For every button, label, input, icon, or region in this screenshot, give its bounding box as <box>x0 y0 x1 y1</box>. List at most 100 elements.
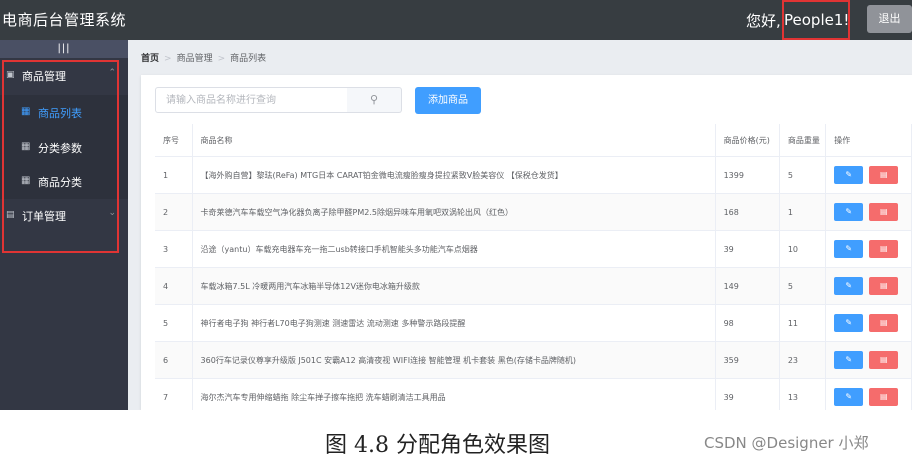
edit-button[interactable]: ✎ <box>834 277 864 295</box>
column-header-actions: 操作 <box>825 124 912 157</box>
app-window: 电商后台管理系统 您好, People1! 退出 ||| ▣ 商品管理 ⌃ ▦ … <box>0 0 912 410</box>
cell-weight: 1 <box>779 193 827 231</box>
cell-price: 39 <box>715 230 780 268</box>
table-row: 4 车载冰箱7.5L 冷暖两用汽车冰箱半导体12V迷你电冰箱升级款 149 5 ✎ ▤ <box>155 267 912 305</box>
search-box <box>155 87 351 113</box>
main-content: 首页 > 商品管理 > 商品列表 ⚲ 添加商品 序号 商品名称 商品价格(元) 商品重量… <box>128 40 912 410</box>
cell-index: 7 <box>155 378 193 410</box>
top-header: 电商后台管理系统 您好, People1! 退出 <box>0 0 912 40</box>
cell-price: 1399 <box>715 156 780 194</box>
cell-name: 车载冰箱7.5L 冷暖两用汽车冰箱半导体12V迷你电冰箱升级款 <box>192 267 716 305</box>
table-row: 2 卡奇莱德汽车车载空气净化器负离子除甲醛PM2.5除烟异味车用氧吧双涡轮出风（红… <box>155 193 912 231</box>
pencil-icon: ✎ <box>845 318 853 327</box>
delete-button[interactable]: ▤ <box>869 166 899 184</box>
cell-index: 4 <box>155 267 193 305</box>
goods-card: ⚲ 添加商品 序号 商品名称 商品价格(元) 商品重量 操作 1【海外购自营】黎… <box>141 75 912 410</box>
pencil-icon: ✎ <box>845 392 853 401</box>
cell-actions: ✎ ▤ <box>825 230 912 268</box>
trash-icon: ▤ <box>879 318 888 327</box>
edit-button[interactable]: ✎ <box>834 203 864 221</box>
cell-price: 168 <box>715 193 780 231</box>
cell-actions: ✎ ▤ <box>825 341 912 379</box>
cell-index: 2 <box>155 193 193 231</box>
cell-weight: 11 <box>779 304 827 342</box>
sidebar-toggle-button[interactable]: ||| <box>0 40 128 58</box>
column-header-name: 商品名称 <box>192 124 716 157</box>
greeting-text: 您好, <box>746 12 781 30</box>
breadcrumb-separator: > <box>164 54 172 64</box>
column-header-index: 序号 <box>155 124 193 157</box>
pencil-icon: ✎ <box>845 281 853 290</box>
cell-actions: ✎ ▤ <box>825 378 912 410</box>
cell-price: 39 <box>715 378 780 410</box>
trash-icon: ▤ <box>879 207 888 216</box>
trash-icon: ▤ <box>879 392 888 401</box>
cell-index: 1 <box>155 156 193 194</box>
cell-name: 【海外购自营】黎珐(ReFa) MTG日本 CARAT铂金微电流瘦脸瘦身提拉紧致… <box>192 156 716 194</box>
pencil-icon: ✎ <box>845 207 853 216</box>
table-header-row: 序号 商品名称 商品价格(元) 商品重量 操作 <box>155 124 912 157</box>
table-row: 5 神行者电子狗 神行者L70电子狗测速 测速雷达 流动测速 多种警示路段提醒 98… <box>155 304 912 342</box>
cell-actions: ✎ ▤ <box>825 267 912 305</box>
cell-weight: 10 <box>779 230 827 268</box>
delete-button[interactable]: ▤ <box>869 388 899 406</box>
csdn-watermark: CSDN @Designer 小郑 <box>704 434 869 452</box>
cell-weight: 13 <box>779 378 827 410</box>
trash-icon: ▤ <box>879 355 888 364</box>
search-button[interactable]: ⚲ <box>347 87 402 113</box>
trash-icon: ▤ <box>879 244 888 253</box>
table-row: 6 360行车记录仪尊享升级版 J501C 安霸A12 高清夜视 WIFI连接 智… <box>155 341 912 379</box>
edit-button[interactable]: ✎ <box>834 351 864 369</box>
username-label: People1! <box>782 0 850 40</box>
table-row: 7 海尔杰汽车专用伸缩蜡拖 除尘车掸子擦车拖把 洗车蜡刷清洁工具用品 39 13 ✎ ▤ <box>155 378 912 410</box>
breadcrumb-level1: 商品管理 <box>176 54 213 64</box>
app-title: 电商后台管理系统 <box>2 11 127 29</box>
delete-button[interactable]: ▤ <box>869 351 899 369</box>
trash-icon: ▤ <box>879 281 888 290</box>
pencil-icon: ✎ <box>845 170 853 179</box>
cell-name: 海尔杰汽车专用伸缩蜡拖 除尘车掸子擦车拖把 洗车蜡刷清洁工具用品 <box>192 378 716 410</box>
cell-price: 98 <box>715 304 780 342</box>
search-icon: ⚲ <box>369 93 379 106</box>
logout-button[interactable]: 退出 <box>867 5 912 33</box>
add-goods-button[interactable]: 添加商品 <box>415 87 481 114</box>
cell-actions: ✎ ▤ <box>825 304 912 342</box>
edit-button[interactable]: ✎ <box>834 240 864 258</box>
cell-name: 沿途（yantu）车载充电器车充一拖二usb转接口手机智能头多功能汽车点烟器 <box>192 230 716 268</box>
table-row: 1 【海外购自营】黎珐(ReFa) MTG日本 CARAT铂金微电流瘦脸瘦身提拉紧… <box>155 156 912 194</box>
breadcrumb: 首页 > 商品管理 > 商品列表 <box>141 51 266 64</box>
cell-price: 149 <box>715 267 780 305</box>
table-row: 3 沿途（yantu）车载充电器车充一拖二usb转接口手机智能头多功能汽车点烟器 3… <box>155 230 912 268</box>
trash-icon: ▤ <box>879 170 888 179</box>
column-header-weight: 商品重量 <box>779 124 827 157</box>
cell-name: 卡奇莱德汽车车载空气净化器负离子除甲醛PM2.5除烟异味车用氧吧双涡轮出风（红色… <box>192 193 716 231</box>
cell-index: 6 <box>155 341 193 379</box>
cell-price: 359 <box>715 341 780 379</box>
delete-button[interactable]: ▤ <box>869 314 899 332</box>
cell-index: 3 <box>155 230 193 268</box>
delete-button[interactable]: ▤ <box>869 203 899 221</box>
edit-button[interactable]: ✎ <box>834 166 864 184</box>
figure-caption: 图 4.8 分配角色效果图 <box>325 433 550 458</box>
delete-button[interactable]: ▤ <box>869 240 899 258</box>
cell-weight: 5 <box>779 156 827 194</box>
cell-weight: 23 <box>779 341 827 379</box>
edit-button[interactable]: ✎ <box>834 314 864 332</box>
highlight-box-menu <box>2 60 119 253</box>
breadcrumb-home[interactable]: 首页 <box>141 54 159 64</box>
breadcrumb-separator: > <box>217 54 226 64</box>
column-header-price: 商品价格(元) <box>715 124 780 157</box>
cell-name: 神行者电子狗 神行者L70电子狗测速 测速雷达 流动测速 多种警示路段提醒 <box>192 304 716 342</box>
cell-actions: ✎ ▤ <box>825 193 912 231</box>
delete-button[interactable]: ▤ <box>869 277 899 295</box>
search-input[interactable] <box>156 88 351 113</box>
cell-weight: 5 <box>779 267 827 305</box>
pencil-icon: ✎ <box>845 355 853 364</box>
edit-button[interactable]: ✎ <box>834 388 864 406</box>
goods-table: 序号 商品名称 商品价格(元) 商品重量 操作 1 【海外购自营】黎珐(ReFa)… <box>155 124 912 410</box>
cell-actions: ✎ ▤ <box>825 156 912 194</box>
pencil-icon: ✎ <box>845 244 853 253</box>
cell-index: 5 <box>155 304 193 342</box>
breadcrumb-level2: 商品列表 <box>230 54 267 64</box>
cell-name: 360行车记录仪尊享升级版 J501C 安霸A12 高清夜视 WIFI连接 智能… <box>192 341 716 379</box>
